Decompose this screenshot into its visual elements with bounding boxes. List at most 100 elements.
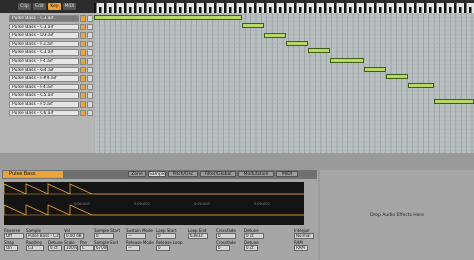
key-row[interactable]: Pulse Bass - C3.aif bbox=[0, 14, 94, 23]
key-preview-button[interactable] bbox=[87, 40, 93, 48]
waveform-time-label: 0:00:000 bbox=[134, 202, 150, 206]
tab-filter-global[interactable]: Filter/Global bbox=[200, 171, 236, 177]
key-solo-button[interactable] bbox=[80, 109, 86, 117]
key-preview-button[interactable] bbox=[87, 92, 93, 99]
timeline-ruler[interactable] bbox=[94, 3, 474, 13]
edit-mode-button[interactable]: Edit bbox=[33, 3, 46, 10]
device-title[interactable]: Pulse Bass bbox=[3, 171, 63, 178]
key-row[interactable]: Pulse Bass - F4.aif bbox=[0, 57, 94, 66]
midi-note[interactable] bbox=[386, 74, 408, 79]
control-value[interactable]: 67000 bbox=[94, 245, 108, 251]
control-value[interactable]: 100% bbox=[64, 245, 78, 251]
tab-midi[interactable]: MIDI bbox=[276, 171, 298, 177]
key-solo-button[interactable] bbox=[80, 40, 86, 48]
control-value[interactable]: 0.00 dB bbox=[64, 233, 84, 239]
control-value[interactable]: 0 bbox=[216, 245, 230, 251]
key-row[interactable]: Pulse Bass - F#4.aif bbox=[0, 74, 94, 83]
control-value[interactable]: Pulse Bass - C3.aif bbox=[26, 233, 60, 239]
control-value[interactable]: 0 bbox=[94, 233, 114, 239]
control-value[interactable]: C bbox=[80, 245, 94, 251]
key-row[interactable]: Pulse Bass - D3.aif bbox=[0, 31, 94, 40]
control-value[interactable]: 0 bbox=[156, 233, 176, 239]
waveform-display[interactable]: 0:00:000 0:00:000 0:00:000 0:00:000 bbox=[3, 182, 304, 225]
control-value[interactable]: — bbox=[126, 233, 146, 239]
control-value[interactable]: 0 bbox=[216, 233, 236, 239]
key-solo-button[interactable] bbox=[80, 32, 86, 39]
key-preview-button[interactable] bbox=[87, 58, 93, 65]
midi-mode-button[interactable]: MIDI bbox=[63, 3, 76, 10]
key-preview-button[interactable] bbox=[87, 15, 93, 22]
key-sample-label[interactable]: Pulse Bass - D3.aif bbox=[9, 32, 79, 39]
key-sample-label[interactable]: Pulse Bass - F#4.aif bbox=[9, 75, 79, 82]
key-solo-button[interactable] bbox=[80, 92, 86, 99]
key-solo-button[interactable] bbox=[80, 15, 86, 22]
waveform: 0:00:000 0:00:000 0:00:000 0:00:000 bbox=[3, 183, 304, 216]
control-value[interactable]: — bbox=[126, 245, 140, 251]
key-sample-label[interactable]: Pulse Bass - C6.aif bbox=[9, 109, 79, 117]
midi-note[interactable] bbox=[330, 58, 364, 63]
control-value[interactable]: RAM bbox=[294, 245, 308, 251]
key-row[interactable]: Pulse Bass - F4.aif bbox=[0, 83, 94, 92]
key-preview-button[interactable] bbox=[87, 75, 93, 82]
key-solo-button[interactable] bbox=[80, 49, 86, 56]
key-preview-button[interactable] bbox=[87, 101, 93, 108]
key-preview-button[interactable] bbox=[87, 66, 93, 74]
key-solo-button[interactable] bbox=[80, 83, 86, 91]
key-sample-label[interactable]: Pulse Bass - C3.aif bbox=[9, 23, 79, 31]
clip-mode-button[interactable]: Clip bbox=[18, 3, 31, 10]
control-value[interactable]: 0 ct bbox=[244, 245, 258, 251]
key-solo-button[interactable] bbox=[80, 23, 86, 31]
audio-effects-drop-area[interactable]: Drop Audio Effects Here bbox=[320, 170, 474, 260]
key-solo-button[interactable] bbox=[80, 101, 86, 108]
key-preview-button[interactable] bbox=[87, 109, 93, 117]
key-sample-label[interactable]: Pulse Bass - C5.aif bbox=[9, 92, 79, 99]
tab-pitch-osc[interactable]: Pitch/Osc bbox=[168, 171, 198, 177]
midi-note[interactable] bbox=[264, 33, 286, 38]
control-value[interactable]: 0 ct bbox=[244, 233, 264, 239]
control-value[interactable]: On bbox=[4, 245, 18, 251]
key-row[interactable]: Pulse Bass - F5.aif bbox=[0, 100, 94, 109]
key-sample-label[interactable]: Pulse Bass - F3.aif bbox=[9, 40, 79, 48]
key-sample-label[interactable]: Pulse Bass - F4.aif bbox=[9, 83, 79, 91]
key-sample-label[interactable]: Pulse Bass - G4.aif bbox=[9, 66, 79, 74]
key-sample-label[interactable]: Pulse Bass - C3.aif bbox=[9, 15, 79, 22]
key-mode-button[interactable]: Key bbox=[48, 3, 61, 10]
key-sample-label[interactable]: Pulse Bass - C3.aif bbox=[9, 49, 79, 56]
key-preview-button[interactable] bbox=[87, 83, 93, 91]
control-value[interactable]: Normal bbox=[294, 233, 314, 239]
key-solo-button[interactable] bbox=[80, 75, 86, 82]
ruler-ticks bbox=[94, 3, 472, 13]
key-row[interactable]: Pulse Bass - G4.aif bbox=[0, 66, 94, 75]
key-solo-button[interactable] bbox=[80, 58, 86, 65]
key-row[interactable]: Pulse Bass - F3.aif bbox=[0, 40, 94, 49]
key-row[interactable]: Pulse Bass - C6.aif bbox=[0, 109, 94, 118]
key-sample-label[interactable]: Pulse Bass - F4.aif bbox=[9, 58, 79, 65]
control-value[interactable]: 0 ct bbox=[48, 245, 62, 251]
control-value[interactable]: C3 bbox=[26, 245, 44, 251]
midi-note[interactable] bbox=[286, 41, 308, 46]
key-solo-button[interactable] bbox=[80, 66, 86, 74]
midi-note[interactable] bbox=[94, 15, 242, 20]
midi-note[interactable] bbox=[434, 99, 474, 104]
control-value[interactable]: Off bbox=[4, 233, 24, 239]
key-preview-button[interactable] bbox=[87, 23, 93, 31]
tab-modulation[interactable]: Modulation bbox=[238, 171, 274, 177]
key-preview-button[interactable] bbox=[87, 49, 93, 56]
key-preview-button[interactable] bbox=[87, 32, 93, 39]
waveform-time-label: 0:00:000 bbox=[74, 202, 90, 206]
midi-note[interactable] bbox=[242, 23, 264, 28]
key-row[interactable]: Pulse Bass - C3.aif bbox=[0, 23, 94, 32]
tab-sample[interactable]: Sample bbox=[148, 171, 166, 177]
drop-effects-label: Drop Audio Effects Here bbox=[370, 213, 424, 218]
note-grid[interactable] bbox=[94, 13, 474, 153]
midi-note[interactable] bbox=[408, 83, 434, 88]
control-value[interactable]: 63833 bbox=[188, 233, 208, 239]
key-sample-label[interactable]: Pulse Bass - F5.aif bbox=[9, 101, 79, 108]
key-list: Pulse Bass - C3.aif Pulse Bass - C3.aif Pu… bbox=[0, 13, 94, 153]
midi-note[interactable] bbox=[364, 67, 386, 72]
tab-zone[interactable]: Zone bbox=[128, 171, 146, 177]
control-value[interactable]: 0 bbox=[156, 245, 170, 251]
key-row[interactable]: Pulse Bass - C3.aif bbox=[0, 48, 94, 57]
midi-note[interactable] bbox=[308, 48, 330, 53]
key-row[interactable]: Pulse Bass - C5.aif bbox=[0, 91, 94, 100]
